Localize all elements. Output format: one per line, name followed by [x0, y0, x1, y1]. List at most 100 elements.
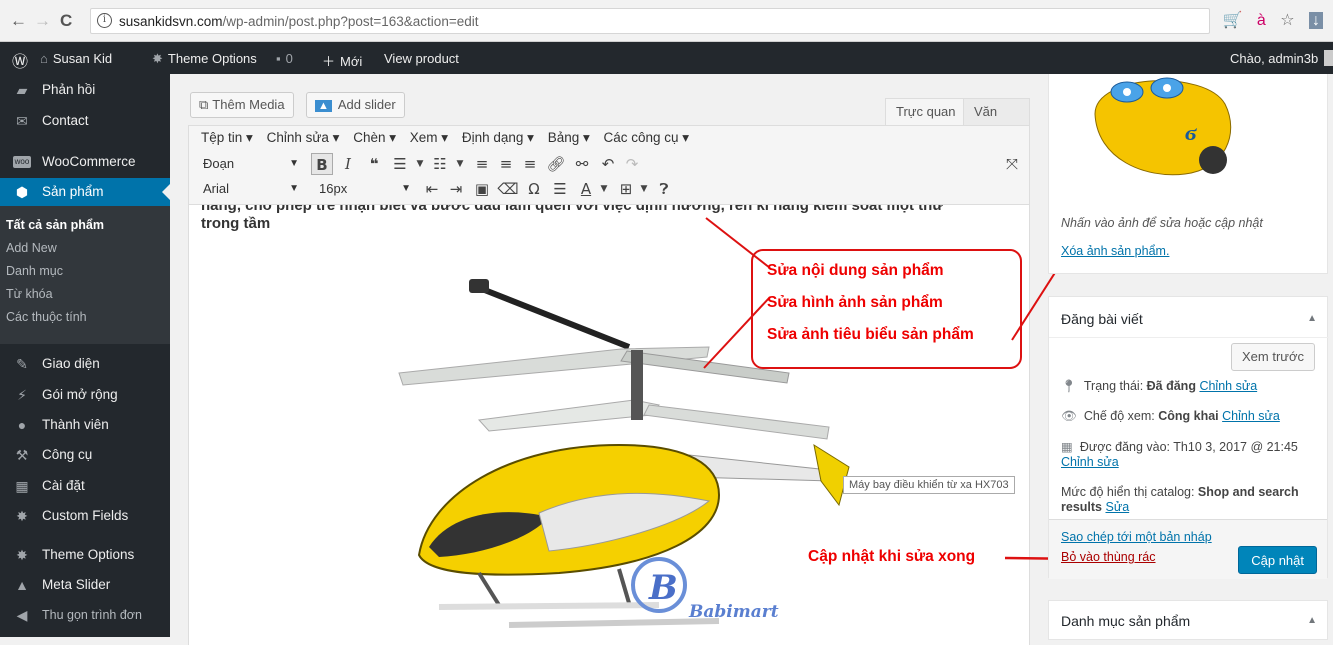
- sidebar-item-contact[interactable]: ✉ Contact: [0, 107, 170, 135]
- collapse-icon: ◀: [16, 607, 28, 623]
- edit-visibility-link[interactable]: Chỉnh sửa: [1222, 409, 1280, 423]
- chevron-down-icon[interactable]: ▼: [633, 178, 655, 200]
- numbered-list-icon[interactable]: ☷: [429, 153, 451, 175]
- edit-date-link[interactable]: Chỉnh sửa: [1061, 455, 1119, 469]
- featured-image[interactable]: ϭ: [1085, 74, 1245, 184]
- submenu-all-products[interactable]: Tất cả sản phẩm: [6, 218, 104, 232]
- italic-button[interactable]: I: [337, 153, 359, 175]
- link-icon[interactable]: 🔗︎: [545, 153, 567, 175]
- chevron-down-icon[interactable]: ▼: [449, 153, 471, 175]
- blockquote-icon[interactable]: ❝: [363, 153, 385, 175]
- font-family-select[interactable]: Arial ▼: [195, 178, 303, 200]
- avatar[interactable]: [1324, 50, 1333, 66]
- mail-icon: ✉: [16, 113, 28, 129]
- tab-visual[interactable]: Trực quan: [885, 98, 967, 125]
- align-right-icon[interactable]: ≡: [519, 153, 541, 175]
- landing-strut: [477, 571, 501, 607]
- sidebar-item-woocommerce[interactable]: woo WooCommerce: [0, 148, 170, 176]
- collapse-toggle-icon[interactable]: ▲: [1307, 615, 1317, 626]
- theme-options-link[interactable]: ✸ Theme Options: [152, 51, 257, 67]
- slider-icon: ▲: [15, 577, 29, 593]
- submenu-tags[interactable]: Từ khóa: [6, 287, 53, 301]
- redo-icon[interactable]: ↷: [621, 153, 643, 175]
- translate-extension-icon[interactable]: à: [1257, 12, 1266, 29]
- paste-text-icon[interactable]: ▣: [471, 178, 493, 200]
- add-media-label: Thêm Media: [212, 97, 285, 112]
- sidebar-item-users[interactable]: ● Thành viên: [0, 411, 170, 439]
- publish-visibility: 👁︎ Chế độ xem: Công khai Chỉnh sửa: [1061, 409, 1280, 424]
- more-tag-icon[interactable]: ☰: [549, 178, 571, 200]
- sidebar-item-meta-slider[interactable]: ▲ Meta Slider: [0, 571, 170, 599]
- wordpress-logo-icon[interactable]: Ⓦ: [12, 48, 28, 72]
- chevron-down-icon[interactable]: ▼: [593, 178, 615, 200]
- reload-icon[interactable]: C: [60, 11, 72, 31]
- collapse-menu-button[interactable]: ◀ Thu gọn trình đơn: [0, 601, 170, 629]
- menu-table[interactable]: Bảng ▾: [548, 130, 590, 145]
- copy-to-draft-link[interactable]: Sao chép tới một bản nháp: [1061, 530, 1212, 544]
- sidebar-item-comments[interactable]: ▰ Phản hồi: [0, 76, 170, 104]
- eye-icon: 👁︎: [1061, 409, 1077, 423]
- submenu-attributes[interactable]: Các thuộc tính: [6, 310, 87, 324]
- clear-format-icon[interactable]: ⌫: [497, 178, 519, 200]
- submenu-add-new[interactable]: Add New: [6, 241, 57, 255]
- format-select[interactable]: Đoạn ▼: [195, 153, 303, 175]
- chevron-down-icon[interactable]: ▼: [409, 153, 431, 175]
- sidebar-item-plugins[interactable]: ⚡ Gói mở rộng: [0, 381, 170, 409]
- bullet-list-icon[interactable]: ☰: [389, 153, 411, 175]
- sidebar-item-theme-options[interactable]: ✸ Theme Options: [0, 541, 170, 569]
- comment-icon: ▰: [16, 82, 28, 98]
- new-content-link[interactable]: ＋ Mới: [322, 51, 362, 70]
- info-icon[interactable]: i: [97, 13, 112, 28]
- menu-tools[interactable]: Các công cụ ▾: [604, 130, 690, 145]
- back-icon[interactable]: ←: [10, 11, 27, 31]
- font-size-select[interactable]: 16px ▼: [311, 178, 415, 200]
- menu-insert[interactable]: Chèn ▾: [353, 130, 396, 145]
- sidebar-item-tools[interactable]: ⚒ Công cụ: [0, 441, 170, 469]
- undo-icon[interactable]: ↶: [597, 153, 619, 175]
- help-icon[interactable]: ❓︎: [653, 178, 675, 200]
- flybar-weight: [469, 279, 489, 293]
- add-media-button[interactable]: ⧉ Thêm Media: [190, 92, 294, 118]
- tab-text[interactable]: Văn bản: [963, 98, 1030, 145]
- editor-menubar: Tệp tin ▾ Chỉnh sửa ▾ Chèn ▾ Xem ▾ Định …: [201, 130, 699, 146]
- comment-icon: ▪: [276, 51, 281, 66]
- menu-format[interactable]: Định dạng ▾: [462, 130, 534, 145]
- collapse-toggle-icon[interactable]: ▲: [1307, 313, 1317, 324]
- comments-link[interactable]: ▪ 0: [276, 51, 293, 66]
- forward-icon[interactable]: →: [34, 11, 51, 31]
- move-to-trash-link[interactable]: Bỏ vào thùng rác: [1061, 550, 1156, 564]
- star-icon[interactable]: ☆: [1280, 12, 1294, 29]
- align-center-icon[interactable]: ≡: [495, 153, 517, 175]
- menu-edit[interactable]: Chỉnh sửa ▾: [267, 130, 340, 145]
- user-greeting[interactable]: Chào, admin3b: [1230, 51, 1318, 66]
- edit-status-link[interactable]: Chỉnh sửa: [1199, 379, 1257, 393]
- special-char-icon[interactable]: Ω: [523, 178, 545, 200]
- remove-featured-image-link[interactable]: Xóa ảnh sản phẩm.: [1061, 244, 1169, 258]
- preview-button[interactable]: Xem trước: [1230, 343, 1315, 371]
- download-icon[interactable]: ↓: [1309, 12, 1323, 29]
- sidebar-item-label: Công cụ: [42, 447, 93, 462]
- site-name-link[interactable]: ⌂ Susan Kid: [40, 51, 112, 66]
- sidebar-item-products[interactable]: ⬢ Sản phẩm: [0, 178, 170, 206]
- sidebar-item-settings[interactable]: ▦ Cài đặt: [0, 472, 170, 500]
- cart-extension-icon[interactable]: 🛒: [1222, 12, 1242, 29]
- indent-decrease-icon[interactable]: ⇤: [421, 178, 443, 200]
- url-path: /wp-admin/post.php?post=163&action=edit: [222, 14, 479, 29]
- submenu-categories[interactable]: Danh mục: [6, 264, 63, 278]
- align-left-icon[interactable]: ≡: [471, 153, 493, 175]
- menu-view[interactable]: Xem ▾: [410, 130, 448, 145]
- bold-button[interactable]: B: [311, 153, 333, 175]
- view-product-link[interactable]: View product: [384, 51, 459, 66]
- sidebar-item-appearance[interactable]: ✎ Giao diện: [0, 350, 170, 378]
- sidebar-item-custom-fields[interactable]: ✸ Custom Fields: [0, 502, 170, 530]
- address-bar[interactable]: i susankidsvn.com/wp-admin/post.php?post…: [90, 8, 1210, 34]
- editor-toolbar: Tệp tin ▾ Chỉnh sửa ▾ Chèn ▾ Xem ▾ Định …: [188, 125, 1030, 205]
- toy-eye: [1163, 84, 1171, 92]
- menu-file[interactable]: Tệp tin ▾: [201, 130, 253, 145]
- add-slider-button[interactable]: ▲ Add slider: [306, 92, 405, 118]
- fullscreen-icon[interactable]: ⤧: [1001, 153, 1023, 175]
- update-button[interactable]: Cập nhật: [1238, 546, 1317, 574]
- edit-catalog-link[interactable]: Sửa: [1105, 500, 1129, 514]
- indent-increase-icon[interactable]: ⇥: [445, 178, 467, 200]
- unlink-icon[interactable]: ⚯: [571, 153, 593, 175]
